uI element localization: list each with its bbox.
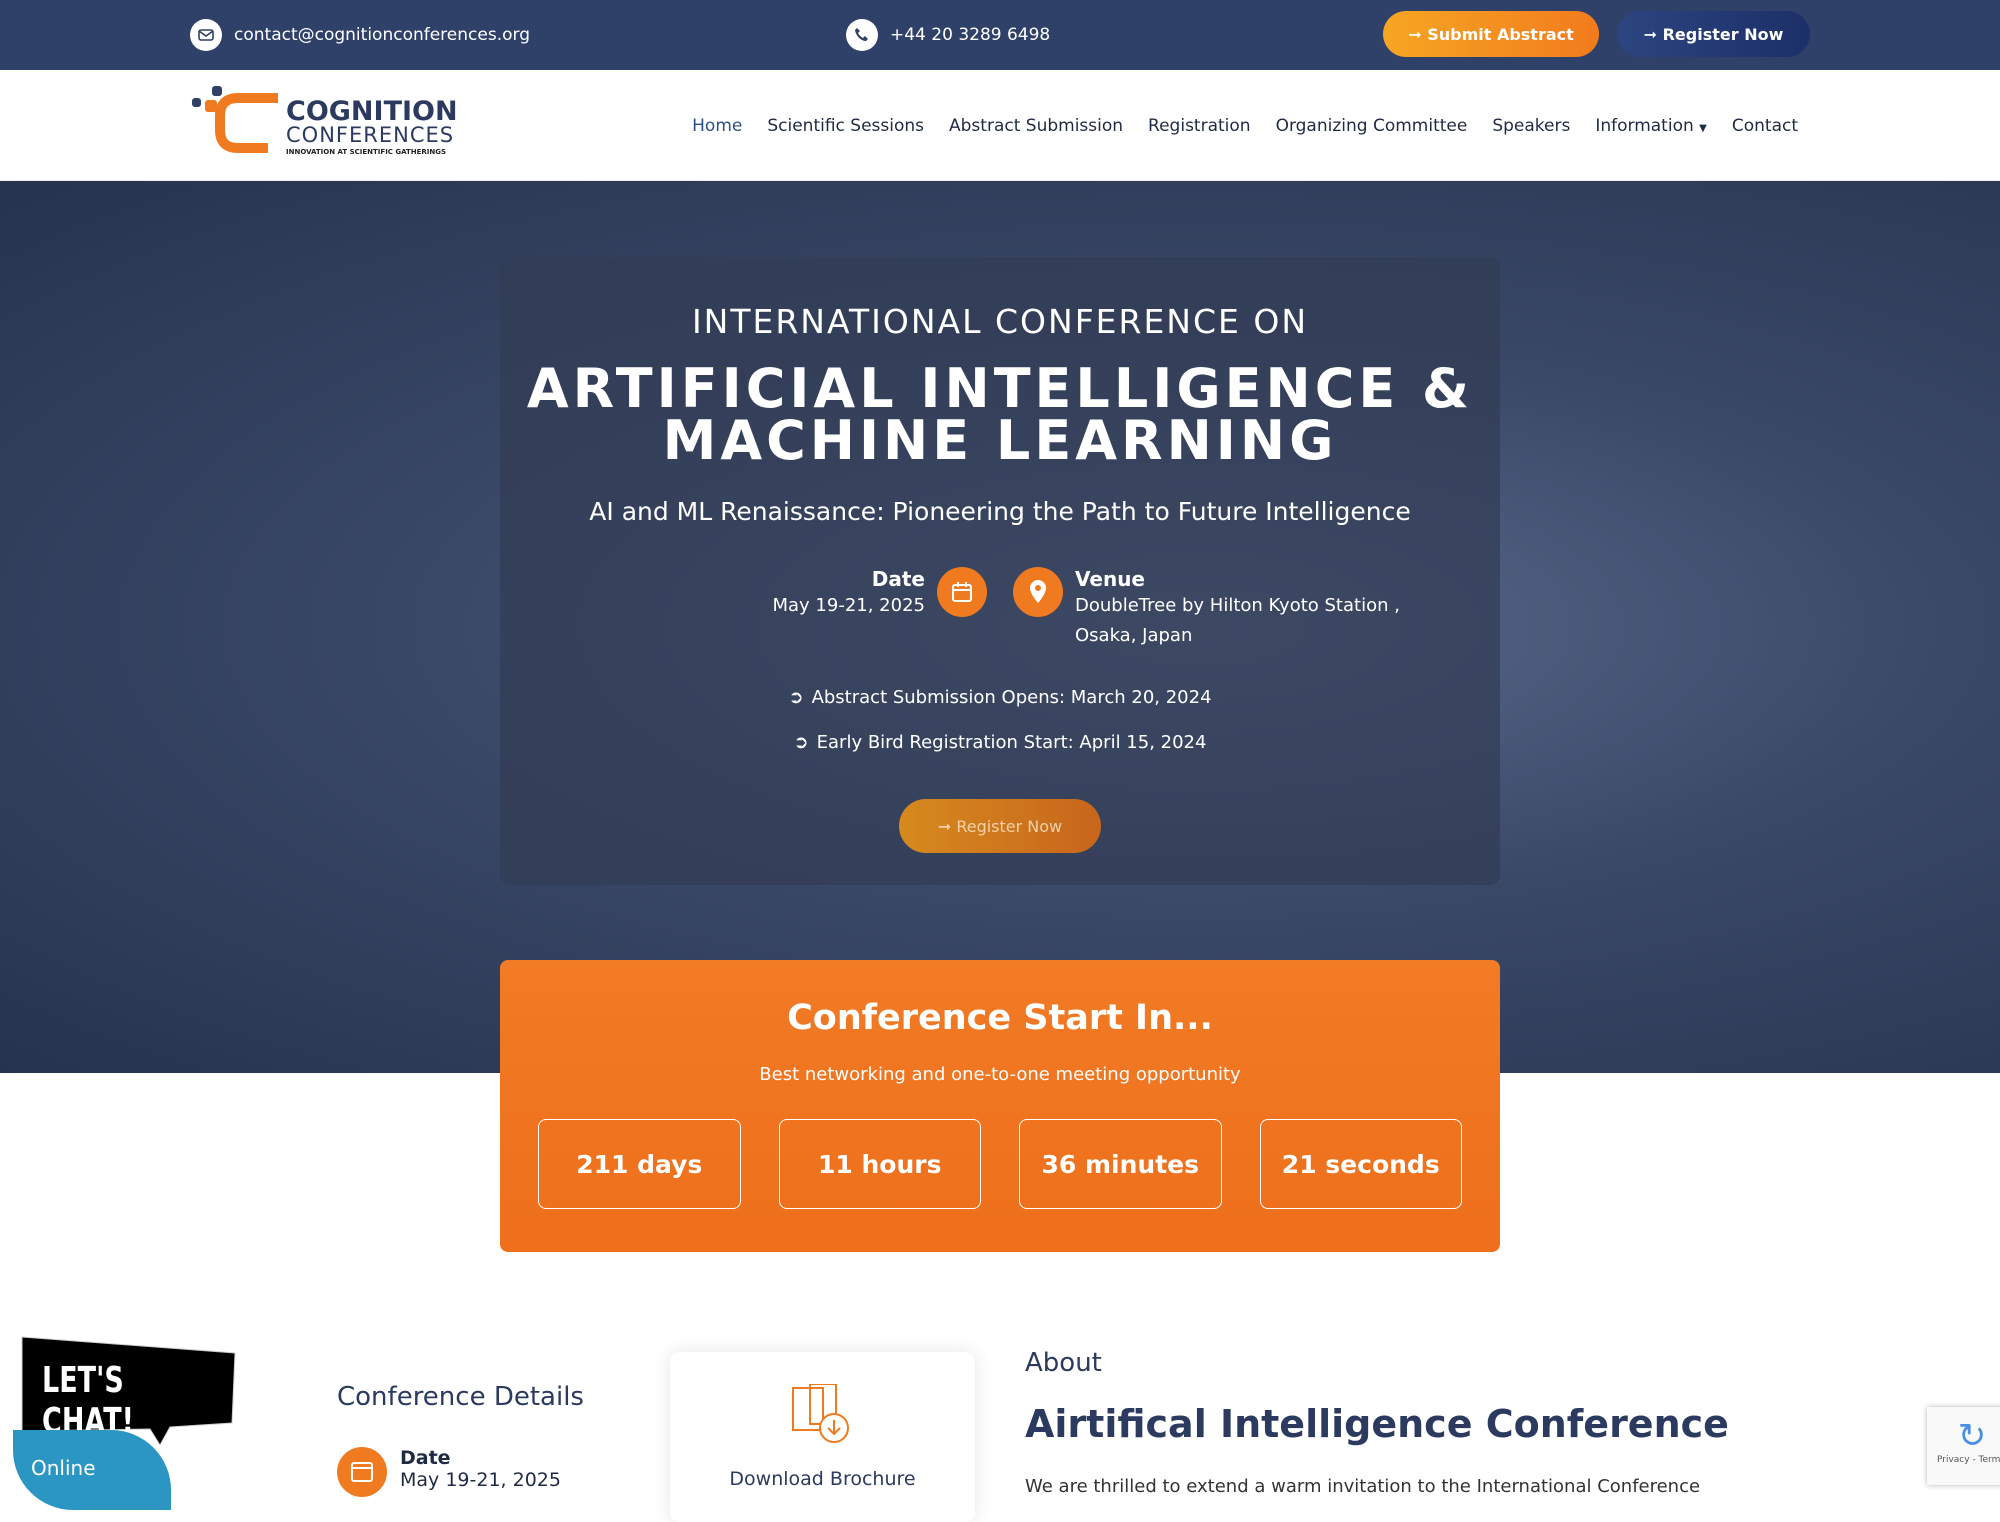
envelope-icon — [190, 19, 222, 51]
details-date-label: Date — [400, 1447, 451, 1469]
about-text: We are thrilled to extend a warm invitat… — [1025, 1476, 1701, 1497]
countdown-subtitle: Best networking and one-to-one meeting o… — [759, 1064, 1241, 1085]
deadline-early-bird-text: Early Bird Registration Start: April 15,… — [816, 732, 1207, 753]
nav-home[interactable]: Home — [692, 116, 742, 136]
location-pin-icon — [1013, 567, 1063, 617]
deadline-abstract: ➲ Abstract Submission Opens: March 20, 20… — [500, 687, 1500, 708]
logo-name: COGNITION — [286, 96, 458, 127]
venue-label: Venue — [1075, 567, 1145, 591]
countdown-hours: 11 hours — [778, 1119, 981, 1209]
recaptcha-badge[interactable]: ↻ Privacy - Terms — [1927, 1407, 2000, 1485]
chat-status[interactable]: Online — [13, 1430, 171, 1510]
about-heading: Airtifical Intelligence Conference — [1025, 1402, 1729, 1446]
hero-title-line1: ARTIFICIAL INTELLIGENCE & — [526, 357, 1474, 420]
hero-card: INTERNATIONAL CONFERENCE ON ARTIFICIAL I… — [500, 257, 1500, 885]
logo-tagline: INNOVATION AT SCIENTIFIC GATHERINGS — [286, 148, 447, 156]
arrow-circle-icon: ➲ — [793, 732, 809, 753]
deadline-abstract-text: Abstract Submission Opens: March 20, 202… — [811, 687, 1212, 708]
nav-speakers[interactable]: Speakers — [1492, 116, 1570, 136]
nav-organizing-committee[interactable]: Organizing Committee — [1276, 116, 1468, 136]
logo-sub: CONFERENCES — [286, 123, 455, 147]
countdown-minutes: 36 minutes — [1019, 1119, 1222, 1209]
countdown-section: Conference Start In... Best networking a… — [500, 960, 1500, 1252]
nav-registration[interactable]: Registration — [1148, 116, 1251, 136]
about-kicker: About — [1025, 1348, 1102, 1378]
nav-information-label: Information — [1595, 115, 1694, 136]
contact-email[interactable]: contact@cognitionconferences.org — [190, 19, 530, 51]
phone-text: +44 20 3289 6498 — [890, 25, 1051, 45]
recaptcha-icon: ↻ — [1957, 1416, 1987, 1456]
contact-phone[interactable]: +44 20 3289 6498 — [846, 19, 1050, 51]
date-value: May 19-21, 2025 — [772, 595, 926, 616]
hero-pretitle: INTERNATIONAL CONFERENCE ON — [691, 302, 1309, 341]
caret-down-icon: ▼ — [1699, 122, 1707, 134]
nav-contact[interactable]: Contact — [1732, 116, 1798, 136]
arrow-circle-icon: ➲ — [788, 687, 804, 708]
conference-details-title: Conference Details — [337, 1382, 584, 1412]
submit-abstract-button[interactable]: ➞ Submit Abstract — [1383, 11, 1599, 57]
hero-register-button[interactable]: ➞ Register Now — [899, 799, 1101, 853]
hero-title: ARTIFICIAL INTELLIGENCE & MACHINE LEARNIN… — [500, 357, 1500, 472]
nav-scientific-sessions[interactable]: Scientific Sessions — [767, 116, 924, 136]
main-nav: COGNITION CONFERENCES INNOVATION AT SCIE… — [0, 70, 2000, 181]
logo[interactable]: COGNITION CONFERENCES INNOVATION AT SCIE… — [190, 84, 460, 174]
calendar-icon — [337, 1447, 387, 1501]
countdown-title: Conference Start In... — [787, 998, 1213, 1038]
date-label: Date — [871, 567, 925, 591]
hero-subtitle: AI and ML Renaissance: Pioneering the Pa… — [589, 497, 1411, 526]
download-brochure-label: Download Brochure — [729, 1468, 916, 1490]
calendar-icon — [937, 567, 987, 617]
download-brochure-card[interactable]: Download Brochure — [670, 1352, 975, 1522]
register-now-button[interactable]: ➞ Register Now — [1617, 11, 1810, 57]
recaptcha-links[interactable]: Privacy - Terms — [1937, 1455, 2000, 1465]
venue-line2: Osaka, Japan — [1075, 625, 1193, 646]
hero-title-line2: MACHINE LEARNING — [662, 409, 1338, 472]
venue-line1: DoubleTree by Hilton Kyoto Station , — [1075, 595, 1400, 616]
email-text: contact@cognitionconferences.org — [234, 25, 530, 45]
brochure-download-icon — [791, 1383, 849, 1443]
top-bar: contact@cognitionconferences.org +44 20 … — [0, 0, 2000, 70]
countdown-days: 211 days — [538, 1119, 741, 1209]
phone-icon — [846, 19, 878, 51]
nav-abstract-submission[interactable]: Abstract Submission — [949, 116, 1123, 136]
deadline-early-bird: ➲ Early Bird Registration Start: April 15… — [500, 732, 1500, 753]
countdown-seconds: 21 seconds — [1259, 1119, 1462, 1209]
nav-information[interactable]: Information ▼ — [1595, 116, 1707, 136]
details-date-value: May 19-21, 2025 — [400, 1469, 561, 1491]
